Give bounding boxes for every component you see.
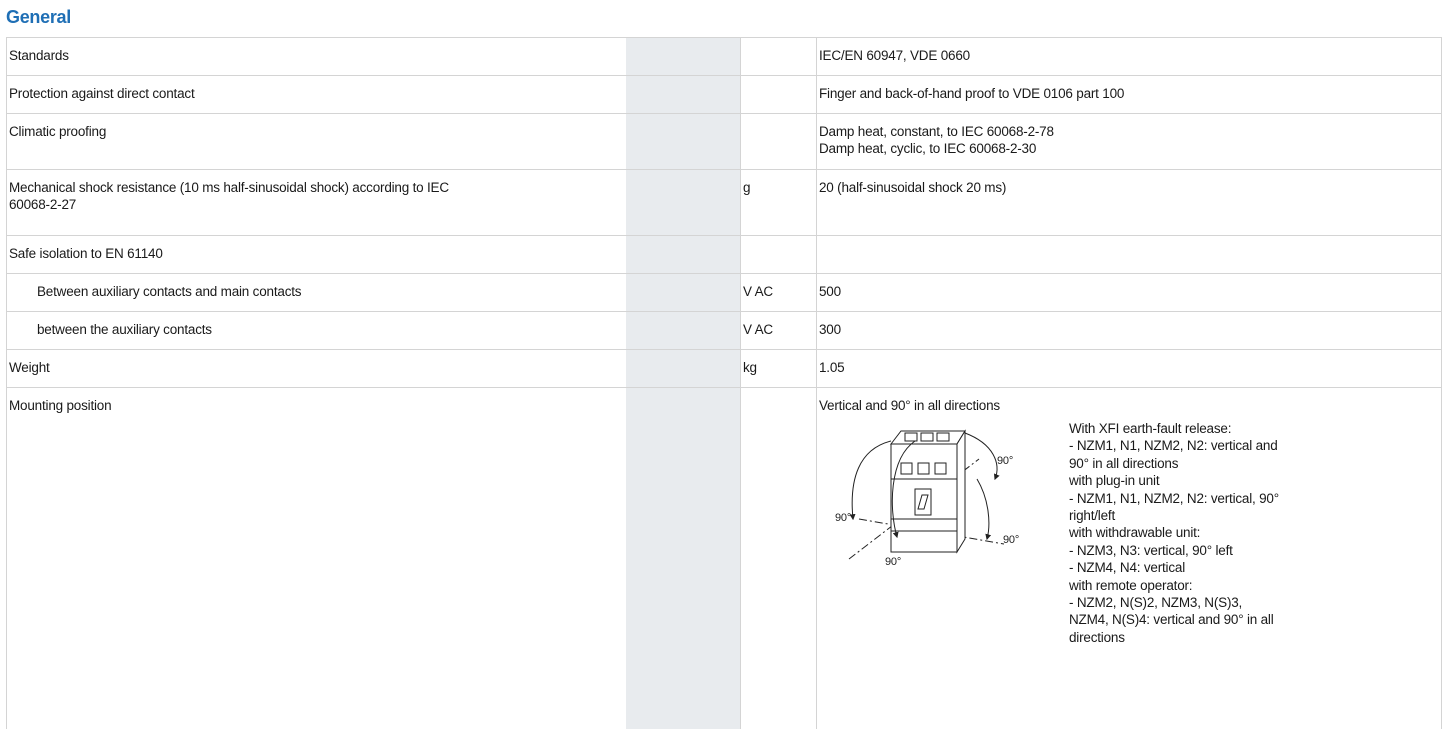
row-value: Vertical and 90° in all directions — [819, 398, 1000, 413]
row-label: Protection against direct contact — [9, 86, 195, 101]
row-unit: g — [743, 180, 751, 195]
mounting-notes: With XFI earth-fault release: - NZM1, N1… — [1069, 420, 1369, 646]
row-unit: kg — [743, 360, 757, 375]
row-value: IEC/EN 60947, VDE 0660 — [819, 48, 970, 63]
table-row: Protection against direct contact Finger… — [7, 76, 1441, 114]
note-line: - NZM1, N1, NZM2, N2: vertical, 90° — [1069, 490, 1279, 506]
row-label: Mechanical shock resistance (10 ms half-… — [9, 179, 609, 213]
mounting-position-diagram: 90° 90° 90° 90° — [835, 429, 1019, 568]
note-line: - NZM4, N4: vertical — [1069, 560, 1186, 576]
row-label: Mounting position — [9, 398, 112, 413]
row-label: Safe isolation to EN 61140 — [9, 246, 163, 261]
note-line: - NZM2, N(S)2, NZM3, N(S)3, — [1069, 595, 1243, 611]
angle-label: 90° — [885, 556, 901, 568]
row-label: Climatic proofing — [9, 124, 107, 139]
value-line: Damp heat, constant, to IEC 60068-2-78 — [819, 124, 1054, 139]
note-line: with remote operator: — [1069, 577, 1193, 593]
note-line: directions — [1069, 629, 1125, 645]
label-line: Mechanical shock resistance (10 ms half-… — [9, 180, 449, 195]
section-title: General — [6, 7, 71, 27]
row-unit: V AC — [743, 284, 773, 299]
note-line: right/left — [1069, 508, 1116, 524]
table-row: between the auxiliary contacts V AC 300 — [7, 312, 1441, 350]
angle-label: 90° — [1003, 534, 1019, 546]
angle-label: 90° — [835, 512, 851, 524]
table-row: Between auxiliary contacts and main cont… — [7, 274, 1441, 312]
row-label: Between auxiliary contacts and main cont… — [37, 284, 302, 299]
row-label: between the auxiliary contacts — [37, 322, 212, 337]
note-line: - NZM1, N1, NZM2, N2: vertical and — [1069, 438, 1278, 454]
note-line: With XFI earth-fault release: — [1069, 421, 1232, 436]
label-line: 60068-2-27 — [9, 197, 77, 212]
table-row: Safe isolation to EN 61140 — [7, 236, 1441, 274]
angle-label: 90° — [997, 455, 1013, 467]
table-row: Mounting position Vertical and 90° in al… — [7, 388, 1441, 730]
row-label: Weight — [9, 360, 50, 375]
note-line: NZM4, N(S)4: vertical and 90° in all — [1069, 612, 1274, 628]
note-line: - NZM3, N3: vertical, 90° left — [1069, 542, 1233, 558]
specs-table: Standards IEC/EN 60947, VDE 0660 Protect… — [6, 37, 1442, 729]
table-row: Mechanical shock resistance (10 ms half-… — [7, 170, 1441, 236]
value-line: Damp heat, cyclic, to IEC 60068-2-30 — [819, 141, 1037, 156]
table-row: Standards IEC/EN 60947, VDE 0660 — [7, 38, 1441, 76]
table-row: Weight kg 1.05 — [7, 350, 1441, 388]
row-value: Damp heat, constant, to IEC 60068-2-78 D… — [819, 123, 1439, 157]
row-value: 500 — [819, 284, 841, 299]
row-value: 300 — [819, 322, 841, 337]
row-value: 20 (half-sinusoidal shock 20 ms) — [819, 180, 1007, 195]
row-value: 1.05 — [819, 360, 845, 375]
table-row: Climatic proofing Damp heat, constant, t… — [7, 114, 1441, 170]
note-line: 90° in all directions — [1069, 455, 1179, 471]
row-label: Standards — [9, 48, 69, 63]
row-unit: V AC — [743, 322, 773, 337]
note-line: with withdrawable unit: — [1069, 525, 1201, 541]
row-value: Finger and back-of-hand proof to VDE 010… — [819, 86, 1125, 101]
note-line: with plug-in unit — [1069, 473, 1160, 489]
